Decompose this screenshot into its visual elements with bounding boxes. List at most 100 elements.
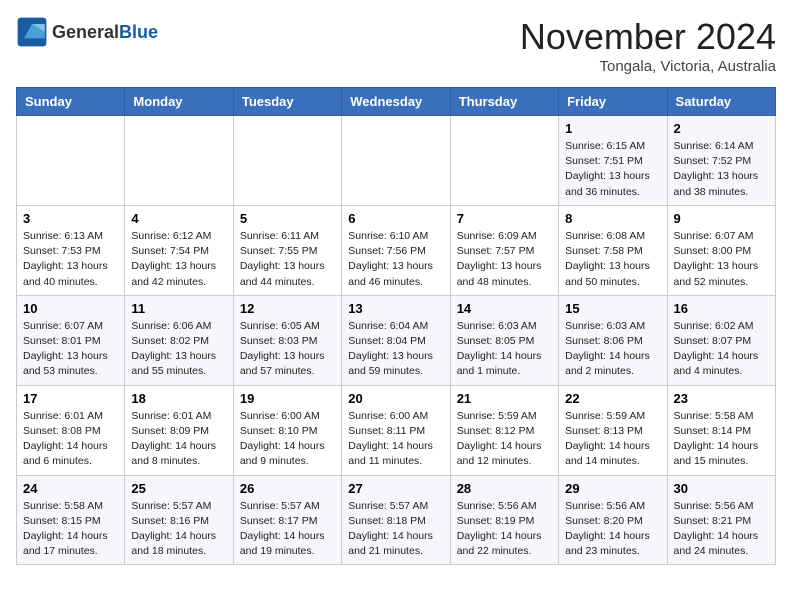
day-number: 30 bbox=[674, 481, 769, 496]
day-number: 10 bbox=[23, 301, 118, 316]
calendar-cell: 2 Sunrise: 6:14 AMSunset: 7:52 PMDaylight… bbox=[667, 116, 775, 206]
day-info: Sunrise: 6:12 AMSunset: 7:54 PMDaylight:… bbox=[131, 229, 226, 290]
day-info: Sunrise: 6:14 AMSunset: 7:52 PMDaylight:… bbox=[674, 139, 769, 200]
logo-general-text: General bbox=[52, 22, 119, 43]
calendar-cell: 4 Sunrise: 6:12 AMSunset: 7:54 PMDaylight… bbox=[125, 205, 233, 295]
calendar-cell: 30Sunrise: 5:56 AMSunset: 8:21 PMDayligh… bbox=[667, 475, 775, 565]
day-number: 8 bbox=[565, 211, 660, 226]
page-header: General Blue November 2024 Tongala, Vict… bbox=[16, 16, 776, 75]
calendar-cell: 21 Sunrise: 5:59 AMSunset: 8:12 PMDayligh… bbox=[450, 385, 558, 475]
day-number: 1 bbox=[565, 121, 660, 136]
day-number: 14 bbox=[457, 301, 552, 316]
calendar-cell bbox=[17, 116, 125, 206]
weekday-header: Wednesday bbox=[342, 88, 450, 116]
day-info: Sunrise: 6:04 AMSunset: 8:04 PMDaylight:… bbox=[348, 319, 443, 380]
day-info: Sunrise: 5:59 AMSunset: 8:13 PMDaylight:… bbox=[565, 409, 660, 470]
calendar-cell: 20 Sunrise: 6:00 AMSunset: 8:11 PMDayligh… bbox=[342, 385, 450, 475]
logo: General Blue bbox=[16, 16, 158, 48]
day-info: Sunrise: 5:56 AMSunset: 8:19 PMDaylight:… bbox=[457, 499, 552, 560]
calendar-cell bbox=[450, 116, 558, 206]
day-number: 23 bbox=[674, 391, 769, 406]
logo-icon bbox=[16, 16, 48, 48]
day-info: Sunrise: 6:01 AMSunset: 8:09 PMDaylight:… bbox=[131, 409, 226, 470]
day-info: Sunrise: 6:13 AMSunset: 7:53 PMDaylight:… bbox=[23, 229, 118, 290]
day-number: 21 bbox=[457, 391, 552, 406]
day-info: Sunrise: 5:57 AMSunset: 8:17 PMDaylight:… bbox=[240, 499, 335, 560]
calendar-cell: 10 Sunrise: 6:07 AMSunset: 8:01 PMDayligh… bbox=[17, 295, 125, 385]
calendar-cell: 3 Sunrise: 6:13 AMSunset: 7:53 PMDaylight… bbox=[17, 205, 125, 295]
day-number: 20 bbox=[348, 391, 443, 406]
day-info: Sunrise: 6:00 AMSunset: 8:11 PMDaylight:… bbox=[348, 409, 443, 470]
day-info: Sunrise: 5:58 AMSunset: 8:14 PMDaylight:… bbox=[674, 409, 769, 470]
calendar-cell: 24 Sunrise: 5:58 AMSunset: 8:15 PMDayligh… bbox=[17, 475, 125, 565]
day-number: 15 bbox=[565, 301, 660, 316]
day-number: 24 bbox=[23, 481, 118, 496]
calendar-cell: 5 Sunrise: 6:11 AMSunset: 7:55 PMDaylight… bbox=[233, 205, 341, 295]
calendar-cell: 11 Sunrise: 6:06 AMSunset: 8:02 PMDayligh… bbox=[125, 295, 233, 385]
day-info: Sunrise: 5:59 AMSunset: 8:12 PMDaylight:… bbox=[457, 409, 552, 470]
day-number: 26 bbox=[240, 481, 335, 496]
weekday-header: Sunday bbox=[17, 88, 125, 116]
weekday-header: Monday bbox=[125, 88, 233, 116]
day-info: Sunrise: 6:11 AMSunset: 7:55 PMDaylight:… bbox=[240, 229, 335, 290]
calendar-cell: 17Sunrise: 6:01 AMSunset: 8:08 PMDayligh… bbox=[17, 385, 125, 475]
calendar-cell: 29 Sunrise: 5:56 AMSunset: 8:20 PMDayligh… bbox=[559, 475, 667, 565]
day-info: Sunrise: 6:03 AMSunset: 8:05 PMDaylight:… bbox=[457, 319, 552, 380]
day-number: 13 bbox=[348, 301, 443, 316]
day-number: 28 bbox=[457, 481, 552, 496]
calendar-cell: 23 Sunrise: 5:58 AMSunset: 8:14 PMDayligh… bbox=[667, 385, 775, 475]
calendar-cell: 15 Sunrise: 6:03 AMSunset: 8:06 PMDayligh… bbox=[559, 295, 667, 385]
day-info: Sunrise: 5:57 AMSunset: 8:16 PMDaylight:… bbox=[131, 499, 226, 560]
title-block: November 2024 Tongala, Victoria, Austral… bbox=[520, 16, 776, 75]
calendar-cell: 8 Sunrise: 6:08 AMSunset: 7:58 PMDaylight… bbox=[559, 205, 667, 295]
calendar-cell: 12Sunrise: 6:05 AMSunset: 8:03 PMDayligh… bbox=[233, 295, 341, 385]
day-number: 7 bbox=[457, 211, 552, 226]
day-info: Sunrise: 6:06 AMSunset: 8:02 PMDaylight:… bbox=[131, 319, 226, 380]
day-number: 29 bbox=[565, 481, 660, 496]
calendar-week-row: 24 Sunrise: 5:58 AMSunset: 8:15 PMDayligh… bbox=[17, 475, 776, 565]
day-info: Sunrise: 5:56 AMSunset: 8:20 PMDaylight:… bbox=[565, 499, 660, 560]
calendar-cell: 6 Sunrise: 6:10 AMSunset: 7:56 PMDaylight… bbox=[342, 205, 450, 295]
day-info: Sunrise: 6:00 AMSunset: 8:10 PMDaylight:… bbox=[240, 409, 335, 470]
day-number: 4 bbox=[131, 211, 226, 226]
calendar-table: SundayMondayTuesdayWednesdayThursdayFrid… bbox=[16, 87, 776, 565]
calendar-cell: 27Sunrise: 5:57 AMSunset: 8:18 PMDayligh… bbox=[342, 475, 450, 565]
calendar-cell: 22 Sunrise: 5:59 AMSunset: 8:13 PMDayligh… bbox=[559, 385, 667, 475]
weekday-header: Thursday bbox=[450, 88, 558, 116]
weekday-header: Tuesday bbox=[233, 88, 341, 116]
day-number: 11 bbox=[131, 301, 226, 316]
day-info: Sunrise: 5:58 AMSunset: 8:15 PMDaylight:… bbox=[23, 499, 118, 560]
day-number: 19 bbox=[240, 391, 335, 406]
logo-text: General Blue bbox=[52, 22, 158, 43]
day-number: 6 bbox=[348, 211, 443, 226]
calendar-header-row: SundayMondayTuesdayWednesdayThursdayFrid… bbox=[17, 88, 776, 116]
calendar-cell: 13 Sunrise: 6:04 AMSunset: 8:04 PMDayligh… bbox=[342, 295, 450, 385]
day-info: Sunrise: 6:02 AMSunset: 8:07 PMDaylight:… bbox=[674, 319, 769, 380]
day-info: Sunrise: 6:15 AMSunset: 7:51 PMDaylight:… bbox=[565, 139, 660, 200]
day-info: Sunrise: 6:10 AMSunset: 7:56 PMDaylight:… bbox=[348, 229, 443, 290]
day-info: Sunrise: 6:07 AMSunset: 8:00 PMDaylight:… bbox=[674, 229, 769, 290]
calendar-week-row: 1 Sunrise: 6:15 AMSunset: 7:51 PMDaylight… bbox=[17, 116, 776, 206]
day-number: 18 bbox=[131, 391, 226, 406]
calendar-cell: 19 Sunrise: 6:00 AMSunset: 8:10 PMDayligh… bbox=[233, 385, 341, 475]
day-info: Sunrise: 5:57 AMSunset: 8:18 PMDaylight:… bbox=[348, 499, 443, 560]
day-number: 25 bbox=[131, 481, 226, 496]
day-info: Sunrise: 6:01 AMSunset: 8:08 PMDaylight:… bbox=[23, 409, 118, 470]
day-info: Sunrise: 6:03 AMSunset: 8:06 PMDaylight:… bbox=[565, 319, 660, 380]
calendar-cell: 9Sunrise: 6:07 AMSunset: 8:00 PMDaylight… bbox=[667, 205, 775, 295]
calendar-cell: 1 Sunrise: 6:15 AMSunset: 7:51 PMDaylight… bbox=[559, 116, 667, 206]
calendar-cell: 7Sunrise: 6:09 AMSunset: 7:57 PMDaylight… bbox=[450, 205, 558, 295]
calendar-cell bbox=[342, 116, 450, 206]
day-number: 2 bbox=[674, 121, 769, 136]
weekday-header: Friday bbox=[559, 88, 667, 116]
calendar-week-row: 3 Sunrise: 6:13 AMSunset: 7:53 PMDaylight… bbox=[17, 205, 776, 295]
day-info: Sunrise: 6:08 AMSunset: 7:58 PMDaylight:… bbox=[565, 229, 660, 290]
day-number: 22 bbox=[565, 391, 660, 406]
month-title: November 2024 bbox=[520, 16, 776, 58]
day-info: Sunrise: 6:07 AMSunset: 8:01 PMDaylight:… bbox=[23, 319, 118, 380]
day-info: Sunrise: 6:05 AMSunset: 8:03 PMDaylight:… bbox=[240, 319, 335, 380]
calendar-cell bbox=[125, 116, 233, 206]
weekday-header: Saturday bbox=[667, 88, 775, 116]
day-number: 3 bbox=[23, 211, 118, 226]
day-number: 5 bbox=[240, 211, 335, 226]
